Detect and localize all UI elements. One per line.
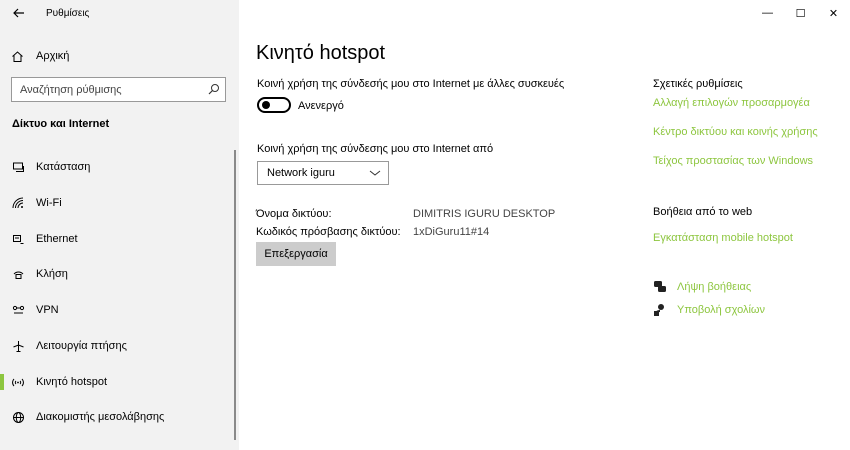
wifi-icon [11,196,25,210]
maximize-icon: ☐ [795,7,806,20]
sidebar-item-proxy[interactable]: Διακομιστής μεσολάβησης [0,402,239,432]
sidebar-item-airplane[interactable]: Λειτουργία πτήσης [0,331,239,361]
share-label: Κοινή χρήση της σύνδεσής μου στο Interne… [257,78,565,90]
link-network-center[interactable]: Κέντρο δικτύου και κοινής χρήσης [653,126,818,138]
share-from-label: Κοινή χρήση της σύνδεσης μου στο Interne… [257,143,494,155]
password-value: 1xDiGuru11#14 [413,226,490,238]
ethernet-icon [11,232,25,246]
link-install-hotspot[interactable]: Εγκατάσταση mobile hotspot [653,232,793,244]
web-help-title: Βοήθεια από το web [653,206,753,218]
edit-button[interactable]: Επεξεργασία [256,242,336,266]
sidebar-item-label: Λειτουργία πτήσης [36,340,127,352]
sidebar-item-label: Κινητό hotspot [36,376,108,388]
dialup-icon [11,267,25,281]
sidebar-item-hotspot[interactable]: Κινητό hotspot [0,367,239,397]
sidebar-item-dialup[interactable]: Κλήση [0,259,239,289]
arrow-left-icon [13,8,24,18]
sidebar-item-label: VPN [36,304,59,316]
home-icon [10,49,24,63]
password-label: Κωδικός πρόσβασης δικτύου: [256,226,401,238]
section-title: Δίκτυο και Internet [12,118,110,130]
page-title: Κινητό hotspot [256,42,386,64]
sidebar-item-label: Wi-Fi [36,197,62,209]
sidebar-item-home[interactable]: Αρχική [0,44,239,68]
search-icon[interactable] [208,83,220,95]
sidebar-item-label: Ethernet [36,233,78,245]
sidebar-item-label: Κλήση [36,268,68,280]
network-name-label: Όνομα δικτύου: [256,208,332,220]
sidebar: Ρυθμίσεις Αρχική Δίκτυο και Internet Κατ… [0,0,239,450]
link-firewall[interactable]: Τείχος προστασίας των Windows [653,155,813,167]
feedback-label: Υποβολή σχολίων [677,304,766,316]
sidebar-item-wifi[interactable]: Wi-Fi [0,188,239,218]
minimize-button[interactable]: — [751,0,784,26]
back-button[interactable] [10,5,28,21]
window-controls: — ☐ ✕ [751,0,850,26]
search-box[interactable] [11,77,226,102]
sidebar-item-status[interactable]: Κατάσταση [0,152,239,182]
status-icon [11,160,25,174]
sidebar-item-label: Αρχική [36,50,70,62]
feedback-icon [653,303,667,317]
get-help-link[interactable]: Λήψη βοήθειας [653,279,751,295]
related-settings-title: Σχετικές ρυθμίσεις [653,78,743,90]
vpn-icon [11,303,25,317]
dropdown-value: Network iguru [267,167,335,179]
maximize-button[interactable]: ☐ [784,0,817,26]
network-name-value: DIMITRIS IGURU DESKTOP [413,208,556,220]
sidebar-item-label: Διακομιστής μεσολάβησης [36,411,165,423]
app-title: Ρυθμίσεις [46,8,90,19]
share-from-dropdown[interactable]: Network iguru [257,161,389,185]
sidebar-item-label: Κατάσταση [36,161,91,173]
toggle-state-label: Ανενεργό [298,100,344,112]
link-adapter-options[interactable]: Αλλαγή επιλογών προσαρμογέα [653,97,810,109]
share-toggle[interactable] [257,97,291,113]
feedback-link[interactable]: Υποβολή σχολίων [653,302,765,318]
minimize-icon: — [762,7,773,19]
close-button[interactable]: ✕ [817,0,850,26]
airplane-icon [11,339,25,353]
sidebar-item-ethernet[interactable]: Ethernet [0,224,239,254]
chat-help-icon [653,280,667,294]
close-icon: ✕ [828,7,839,20]
search-input[interactable] [12,78,202,101]
sidebar-scrollbar[interactable] [234,150,236,440]
sidebar-item-vpn[interactable]: VPN [0,295,239,325]
hotspot-icon [11,375,25,389]
proxy-icon [11,410,25,424]
get-help-label: Λήψη βοήθειας [677,281,752,293]
chevron-down-icon [369,168,381,178]
toggle-knob [262,101,270,109]
